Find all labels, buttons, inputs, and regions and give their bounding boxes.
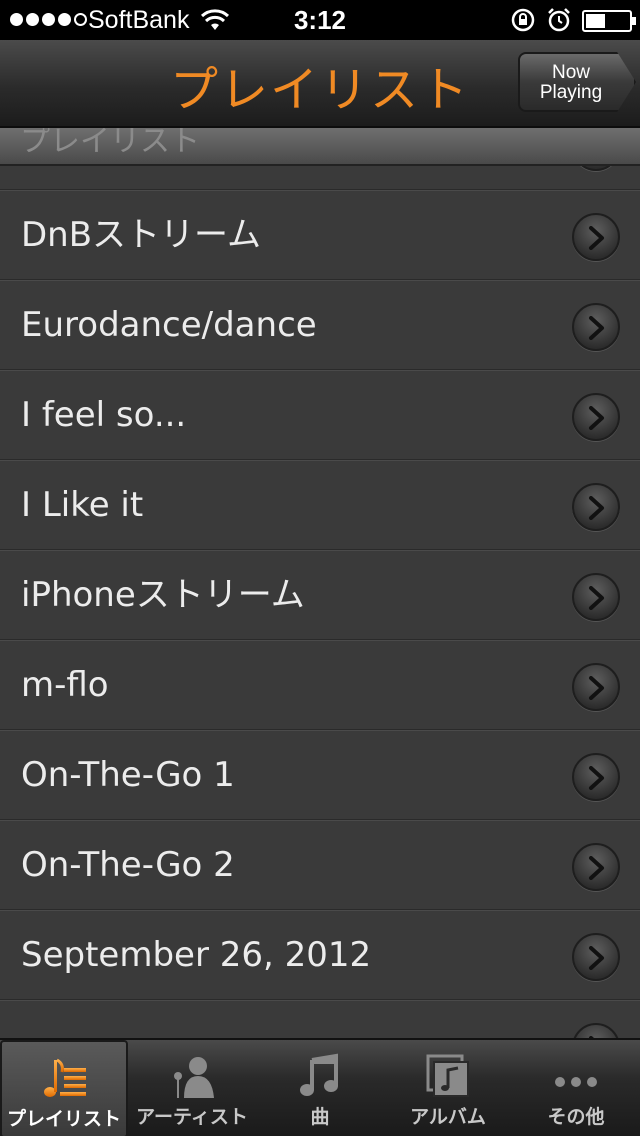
now-playing-label-line2: Playing [539, 82, 603, 103]
list-item[interactable] [0, 1000, 640, 1038]
playlist-list[interactable]: DnBストリーム Eurodance/dance I feel so... I Lik… [0, 128, 640, 1038]
list-item-label: m-flo [21, 665, 109, 705]
tab-playlists[interactable]: プレイリスト [0, 1040, 128, 1136]
music-note-icon [300, 1053, 338, 1096]
tab-label: 曲 [310, 1106, 330, 1128]
disclosure-arrow-icon[interactable] [572, 573, 620, 621]
artist-icon [174, 1057, 214, 1098]
battery-icon [582, 10, 636, 32]
tab-more[interactable]: その他 [512, 1040, 640, 1136]
list-item[interactable]: On-The-Go 2 [0, 820, 640, 910]
playlist-icon [44, 1058, 86, 1097]
section-header: プレイリスト [0, 128, 640, 166]
tab-label: プレイリスト [6, 1108, 121, 1130]
disclosure-arrow-icon[interactable] [572, 393, 620, 441]
now-playing-button[interactable]: Now Playing [518, 52, 636, 112]
album-icon [426, 1054, 469, 1097]
disclosure-arrow-icon[interactable] [572, 303, 620, 351]
tab-albums[interactable]: アルバム [384, 1040, 512, 1136]
disclosure-arrow-icon[interactable] [572, 1023, 620, 1038]
tab-bar: プレイリスト アーティスト 曲 アルバム その他 [0, 1038, 640, 1136]
list-item[interactable]: Eurodance/dance [0, 280, 640, 370]
list-item[interactable]: I feel so... [0, 370, 640, 460]
disclosure-arrow-icon[interactable] [572, 753, 620, 801]
disclosure-arrow-icon[interactable] [572, 483, 620, 531]
disclosure-arrow-icon[interactable] [572, 663, 620, 711]
list-item[interactable]: I Like it [0, 460, 640, 550]
alarm-icon [548, 8, 570, 32]
list-item-label: On-The-Go 2 [21, 845, 235, 885]
list-item-label: September 26, 2012 [21, 935, 372, 975]
navigation-bar: プレイリスト Now Playing [0, 40, 640, 128]
disclosure-arrow-icon[interactable] [572, 843, 620, 891]
list-item-label: Eurodance/dance [21, 305, 317, 345]
list-item-label: On-The-Go 1 [21, 755, 235, 795]
list-item[interactable]: iPhoneストリーム [0, 550, 640, 640]
list-item-label: I feel so... [21, 395, 187, 435]
tab-label: アルバム [410, 1106, 486, 1128]
status-time: 3:12 [293, 5, 347, 35]
tab-label: アーティスト [136, 1106, 248, 1128]
list-item[interactable]: DnBストリーム [0, 190, 640, 280]
more-icon [555, 1077, 597, 1087]
list-item[interactable]: September 26, 2012 [0, 910, 640, 1000]
tab-songs[interactable]: 曲 [256, 1040, 384, 1136]
disclosure-arrow-icon[interactable] [572, 933, 620, 981]
tab-label: その他 [547, 1106, 605, 1128]
list-item-label: DnBストリーム [21, 215, 262, 255]
rotation-lock-icon [511, 8, 535, 32]
tab-artists[interactable]: アーティスト [128, 1040, 256, 1136]
status-bar: SoftBank 3:12 [0, 0, 640, 40]
list-item-label: I Like it [21, 485, 144, 525]
list-item[interactable]: On-The-Go 1 [0, 730, 640, 820]
now-playing-label-line1: Now [551, 62, 590, 83]
app-screen: SoftBank 3:12 プレイリスト Now Playing DnBストリー… [0, 0, 640, 1136]
disclosure-arrow-icon[interactable] [572, 213, 620, 261]
list-item-label: iPhoneストリーム [21, 575, 305, 615]
list-item[interactable]: m-flo [0, 640, 640, 730]
